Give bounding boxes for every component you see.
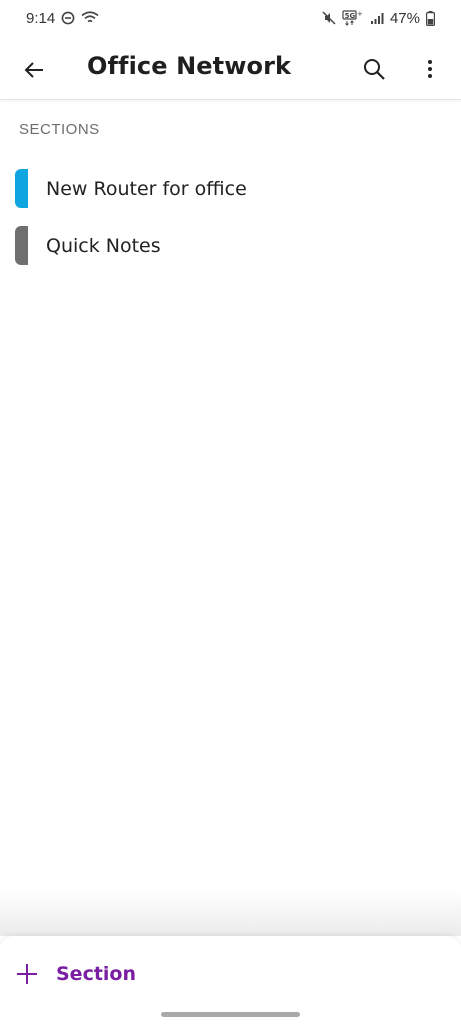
back-button[interactable]: [18, 54, 50, 86]
status-bar: 9:14 5G + 47%: [0, 0, 461, 36]
5g-icon: 5G +: [342, 10, 364, 26]
back-arrow-icon: [24, 62, 43, 78]
section-list: New Router for office Quick Notes: [0, 160, 461, 274]
sections-header: SECTIONS: [19, 121, 100, 138]
section-item-new-router[interactable]: New Router for office: [0, 160, 461, 217]
section-label: Quick Notes: [46, 234, 161, 257]
more-vert-icon: [428, 60, 432, 78]
status-left: 9:14: [26, 10, 99, 27]
add-section-button[interactable]: Section: [14, 956, 136, 992]
svg-text:+: +: [357, 10, 363, 18]
section-color-tab: [15, 169, 28, 208]
status-right: 5G + 47%: [322, 10, 435, 27]
app-bar: Office Network: [0, 36, 461, 100]
section-label: New Router for office: [46, 177, 247, 200]
add-section-label: Section: [56, 963, 137, 985]
mute-icon: [322, 11, 336, 25]
section-item-quick-notes[interactable]: Quick Notes: [0, 217, 461, 274]
wifi-icon: [81, 11, 99, 25]
more-options-button[interactable]: [416, 52, 444, 86]
home-indicator[interactable]: [161, 1012, 300, 1017]
bottom-sheet: Section: [0, 936, 461, 1024]
bottom-fade: [0, 890, 461, 936]
signal-icon: [370, 12, 384, 24]
battery-percent: 47%: [389, 9, 420, 27]
plus-icon: [17, 964, 37, 984]
search-icon: [364, 59, 385, 80]
search-button[interactable]: [357, 52, 391, 86]
svg-text:5G: 5G: [345, 12, 356, 20]
page-title: Office Network: [87, 52, 292, 80]
section-color-tab: [15, 226, 28, 265]
onenote-notebook-screen: 9:14 5G + 47% Office Network SECTIONS Ne…: [0, 0, 461, 1024]
do-not-disturb-icon: [61, 11, 75, 25]
status-time: 9:14: [26, 9, 56, 27]
battery-icon: [426, 10, 435, 26]
